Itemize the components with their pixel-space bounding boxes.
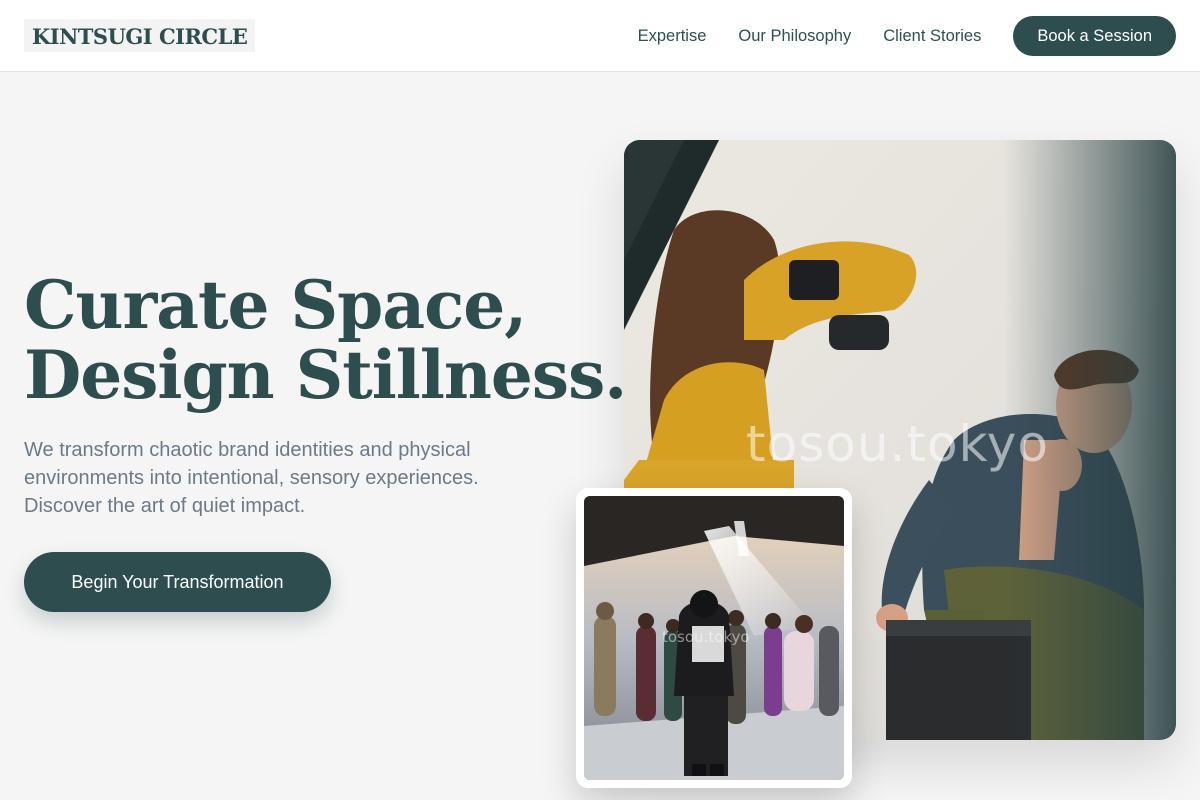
nav-link-client-stories[interactable]: Client Stories <box>883 27 981 46</box>
main-photo-watermark: tosou.tokyo <box>746 415 1049 473</box>
hero-title-line-1: Curate Space, <box>24 266 527 344</box>
hero-description: We transform chaotic brand identities an… <box>24 439 479 517</box>
begin-transformation-button[interactable]: Begin Your Transformation <box>24 552 331 612</box>
nav-link-philosophy[interactable]: Our Philosophy <box>738 27 851 46</box>
brand-logo[interactable]: KINTSUGI CIRCLE <box>24 19 256 52</box>
book-session-button[interactable]: Book a Session <box>1013 16 1176 56</box>
hero-inset-photo: tosou.tokyo <box>584 496 844 780</box>
hero-title-line-2: Design Stillness. <box>24 336 627 414</box>
main-nav: Expertise Our Philosophy Client Stories … <box>638 16 1176 56</box>
site-header: KINTSUGI CIRCLE Expertise Our Philosophy… <box>0 0 1200 72</box>
hero-title: Curate Space, Design Stillness. <box>24 266 627 414</box>
nav-link-expertise[interactable]: Expertise <box>638 27 707 46</box>
inset-photo-watermark: tosou.tokyo <box>662 628 750 646</box>
hero-inset-photo-card: tosou.tokyo <box>576 488 852 788</box>
